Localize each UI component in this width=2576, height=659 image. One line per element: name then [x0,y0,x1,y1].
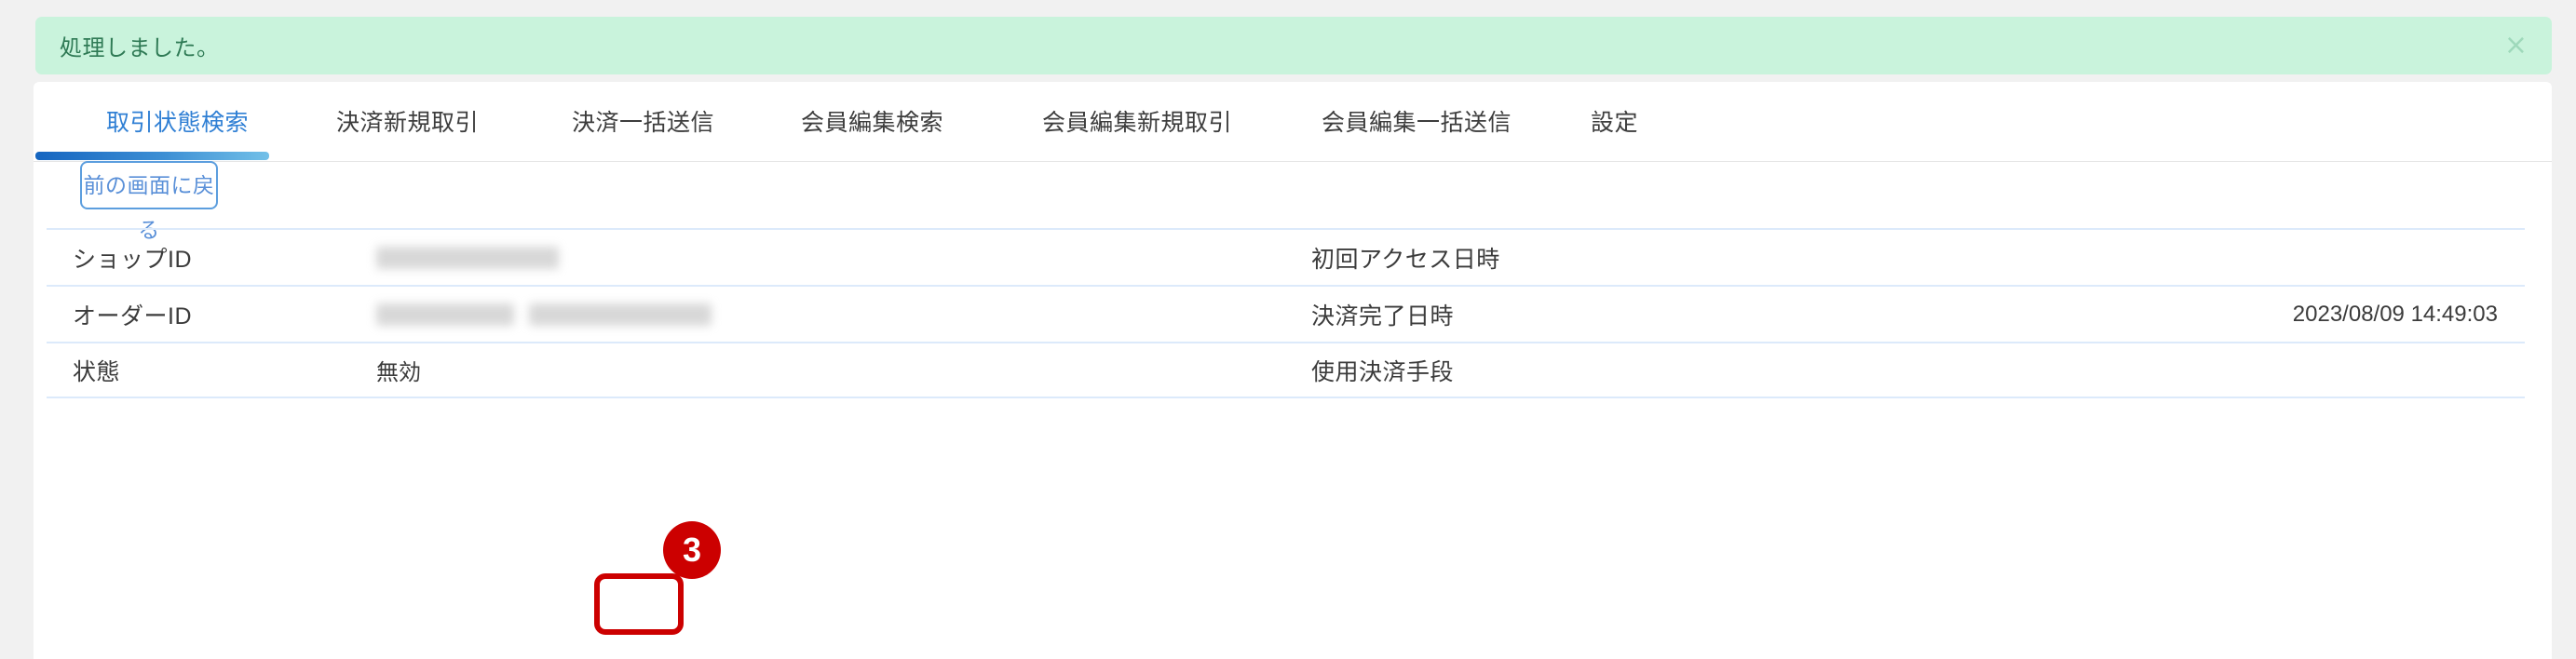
row-value-payment-method [1602,343,2524,397]
redacted-value [376,246,559,269]
row-label-first-access-datetime: 初回アクセス日時 [1311,246,1500,273]
row-value-payment-completed-datetime: 2023/08/09 14:49:03 [2292,301,2498,327]
tab-transaction-status-search[interactable]: 取引状態検索 [106,104,249,138]
success-alert: 処理しました。 × [35,17,2552,74]
tab-settings[interactable]: 設定 [1591,104,1638,138]
row-value-status: 無効 [376,360,421,385]
table-row: 状態 無効 使用決済手段 [47,342,2525,398]
tab-payment-bulk-send[interactable]: 決済一括送信 [572,104,714,138]
tab-payment-new-transaction[interactable]: 決済新規取引 [336,104,479,138]
redacted-value [376,303,514,326]
row-label-payment-completed-datetime: 決済完了日時 [1311,303,1455,330]
redacted-value [529,303,712,326]
row-label-shop-id: ショップID [73,246,193,273]
close-icon[interactable]: × [2504,32,2528,60]
tab-member-edit-search[interactable]: 会員編集検索 [801,104,943,138]
row-value-order-id [363,287,1285,342]
tab-member-edit-bulk-send[interactable]: 会員編集一括送信 [1322,104,1512,138]
back-button[interactable]: 前の画面に戻る [80,161,218,242]
tab-member-edit-new[interactable]: 会員編集新規取引 [1042,104,1232,138]
active-tab-indicator [35,152,269,160]
row-value-first-access-datetime [1602,230,2524,285]
table-row: オーダーID 決済完了日時 2023/08/09 14:49:03 [47,285,2525,342]
row-label-status: 状態 [73,358,121,385]
alert-message: 処理しました。 [60,35,220,61]
table-row: ショップID 初回アクセス日時 [47,228,2525,285]
row-label-payment-method: 使用決済手段 [1311,358,1455,385]
transaction-detail-table: ショップID 初回アクセス日時 オーダーID 決済完了日時 2023/08/09… [47,228,2525,398]
row-label-order-id: オーダーID [73,303,193,330]
row-value-shop-id [363,230,1285,285]
main-panel: 取引状態検索 決済新規取引 決済一括送信 会員編集検索 会員編集新規取引 会員編… [34,82,2552,659]
tab-bar: 取引状態検索 決済新規取引 決済一括送信 会員編集検索 会員編集新規取引 会員編… [34,82,2552,162]
